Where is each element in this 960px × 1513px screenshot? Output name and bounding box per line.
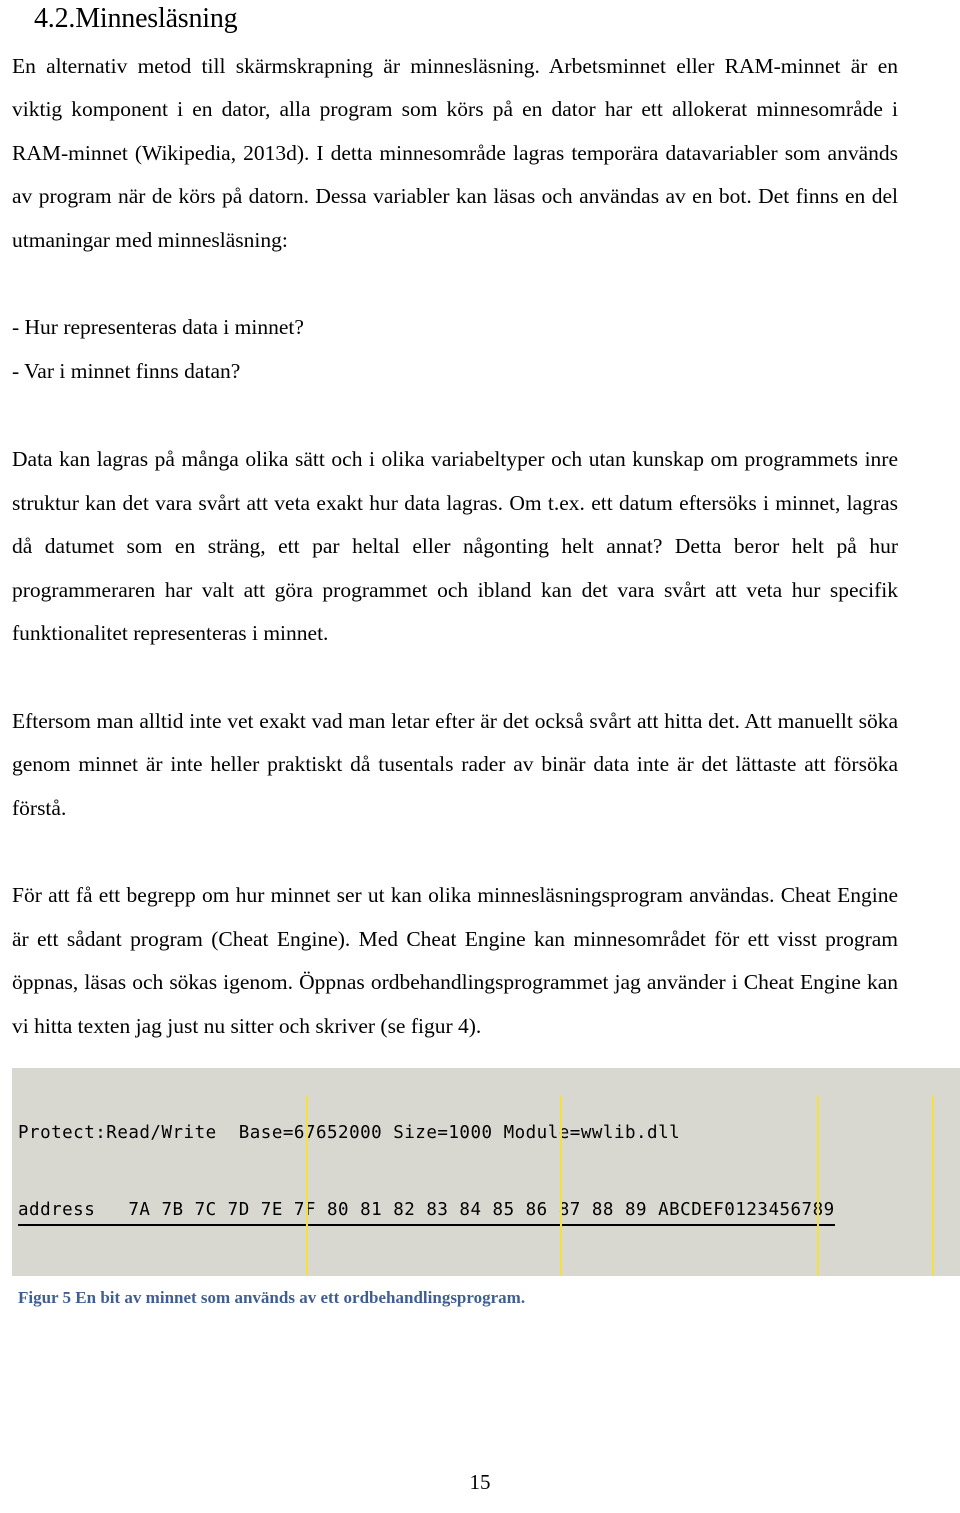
page-number: 15 — [469, 1470, 491, 1494]
hex-separator-line-2 — [560, 1096, 562, 1277]
paragraph-1: En alternativ metod till skärmskrapning … — [12, 53, 898, 252]
paragraph-4: För att få ett begrepp om hur minnet ser… — [12, 883, 898, 1038]
section-heading: 4.2.Minnesläsning — [34, 3, 238, 34]
document-page: 4.2.Minnesläsning En alternativ metod ti… — [0, 0, 960, 1513]
bullet-item-1: - Hur representeras data i minnet? — [12, 315, 304, 340]
paragraph-2: Data kan lagras på många olika sätt och … — [12, 447, 898, 646]
bullet-item-2: - Var i minnet finns datan? — [12, 358, 241, 383]
figure-memory-dump: Protect:Read/Write Base=67652000 Size=10… — [6, 1068, 960, 1308]
hex-separator-line-4 — [932, 1096, 934, 1277]
figure-caption: Figur 5 En bit av minnet som används av … — [18, 1288, 526, 1308]
hex-dump-column-header: address 7A 7B 7C 7D 7E 7F 80 81 82 83 84… — [18, 1198, 835, 1226]
hex-dump-image: Protect:Read/Write Base=67652000 Size=10… — [12, 1068, 960, 1277]
hex-separator-line-3 — [817, 1096, 819, 1277]
hex-separator-line-1 — [306, 1096, 308, 1277]
paragraph-3: Eftersom man alltid inte vet exakt vad m… — [12, 708, 898, 820]
